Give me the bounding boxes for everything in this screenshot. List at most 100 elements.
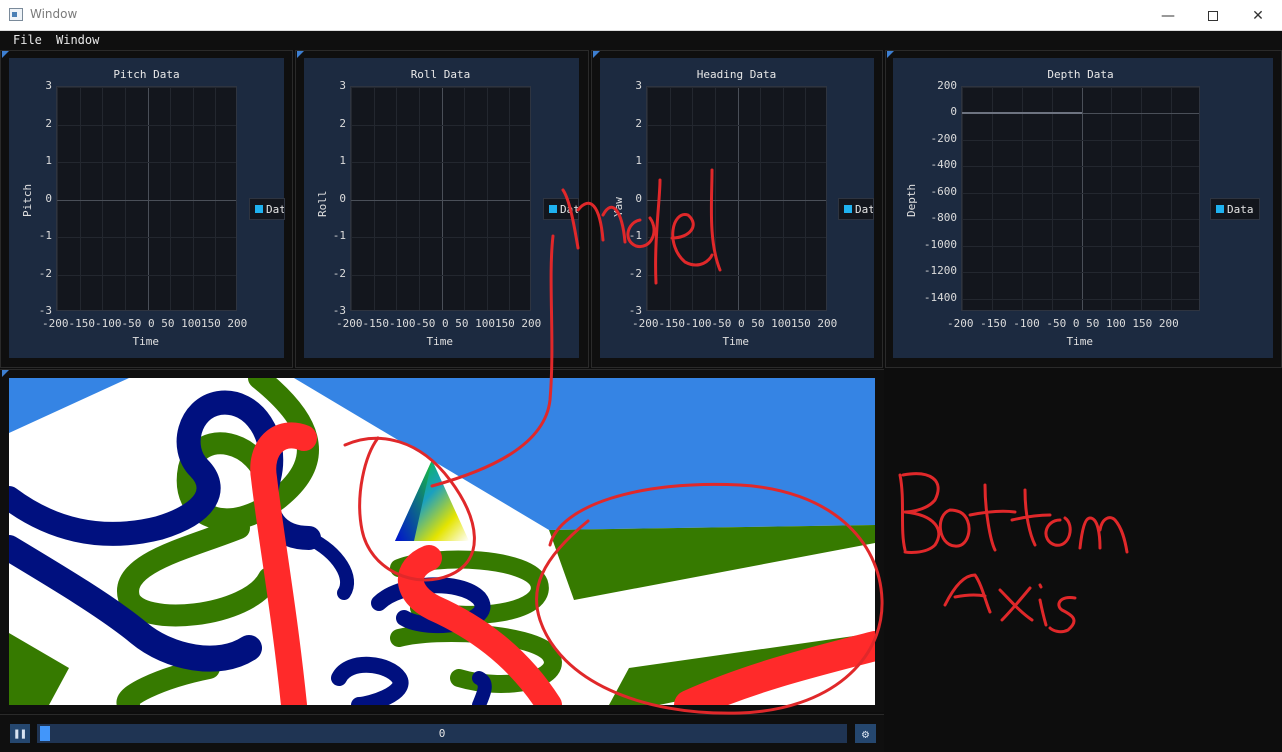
y-tick-label: 1 <box>45 154 52 167</box>
maximize-button[interactable] <box>1190 0 1236 31</box>
y-tick-label: 0 <box>950 105 957 118</box>
menu-window[interactable]: Window <box>56 33 99 47</box>
dock-corner-depth[interactable] <box>887 51 894 58</box>
y-tick-label: 2 <box>635 117 642 130</box>
y-tick-label: -3 <box>38 304 52 317</box>
roll-plot-title: Roll Data <box>410 68 471 81</box>
pitch-plot-title: Pitch Data <box>113 68 180 81</box>
y-tick-label: -800 <box>930 211 958 224</box>
x-axis-label: Time <box>426 335 454 348</box>
pause-icon: ❚❚ <box>13 727 27 740</box>
close-button[interactable]: ✕ <box>1235 0 1281 31</box>
gridline-vertical <box>193 87 194 310</box>
dock-corner-viewport[interactable] <box>2 370 9 377</box>
gridline-vertical <box>509 87 510 310</box>
y-tick-label: -1 <box>332 229 346 242</box>
heading-plot-title: Heading Data <box>696 68 777 81</box>
heading-plot-area[interactable] <box>646 86 827 311</box>
app-icon <box>9 8 23 21</box>
gridline-horizontal <box>351 237 530 238</box>
gridline-vertical <box>692 87 693 310</box>
settings-button[interactable]: ⚙ <box>855 724 876 743</box>
annotation-bottom-word <box>898 472 1129 554</box>
legend-label: Dat <box>855 202 874 216</box>
dock-corner-pitch[interactable] <box>2 51 9 58</box>
gridline-vertical <box>783 87 784 310</box>
gridline-horizontal <box>57 237 236 238</box>
minimize-button[interactable]: — <box>1145 0 1191 31</box>
roll-plot-area[interactable] <box>350 86 531 311</box>
gridline-horizontal <box>962 272 1199 273</box>
x-tick-labels: -200-150-100-50 0 50 100150 200 <box>42 317 248 330</box>
gridline-vertical <box>715 87 716 310</box>
gridline-vertical <box>487 87 488 310</box>
x-axis-line <box>351 200 530 201</box>
y-tick-label: 3 <box>635 79 642 92</box>
gridline-vertical <box>419 87 420 310</box>
legend[interactable]: Dat <box>249 198 285 220</box>
y-tick-label: 3 <box>339 79 346 92</box>
y-axis-line <box>738 87 739 310</box>
legend-swatch <box>844 205 852 213</box>
pitch-plot-area[interactable] <box>56 86 237 311</box>
legend-swatch <box>255 205 263 213</box>
depth-plot-area[interactable] <box>961 86 1200 311</box>
menu-file[interactable]: File <box>13 33 42 47</box>
gridline-horizontal <box>962 299 1199 300</box>
x-tick-labels: -200-150-100-50 0 50 100150 200 <box>336 317 542 330</box>
y-tick-label: -1 <box>38 229 52 242</box>
x-axis-label: Time <box>722 335 750 348</box>
depth-plot-title: Depth Data <box>1047 68 1114 81</box>
gridline-horizontal <box>351 87 530 88</box>
dock-corner-roll[interactable] <box>297 51 304 58</box>
legend[interactable]: Dat <box>543 198 579 220</box>
y-tick-label: 200 <box>937 79 957 92</box>
gridline-horizontal <box>962 246 1199 247</box>
x-axis-line <box>57 200 236 201</box>
gridline-vertical <box>805 87 806 310</box>
y-tick-label: -600 <box>930 185 958 198</box>
gridline-vertical <box>1171 87 1172 310</box>
maximize-icon <box>1208 10 1218 21</box>
y-axis-line <box>1082 87 1083 310</box>
gridline-horizontal <box>57 125 236 126</box>
gridline-vertical <box>125 87 126 310</box>
legend-label: Data <box>1227 202 1254 216</box>
gridline-vertical <box>647 87 648 310</box>
legend-label: Dat <box>560 202 579 216</box>
3d-viewport[interactable] <box>9 378 875 705</box>
gridline-vertical <box>351 87 352 310</box>
gridline-horizontal <box>351 162 530 163</box>
gridline-vertical <box>80 87 81 310</box>
gridline-horizontal <box>351 125 530 126</box>
y-tick-label: -2 <box>628 267 642 280</box>
y-axis-label: Pitch <box>21 183 34 217</box>
x-tick-labels: -200-150-100-50 0 50 100150 200 <box>632 317 838 330</box>
legend[interactable]: Dat <box>838 198 874 220</box>
gridline-vertical <box>1052 87 1053 310</box>
legend[interactable]: Data <box>1210 198 1260 220</box>
gridline-vertical <box>464 87 465 310</box>
y-tick-label: 3 <box>45 79 52 92</box>
y-tick-label: -3 <box>332 304 346 317</box>
legend-swatch <box>1216 205 1224 213</box>
y-tick-label: 1 <box>635 154 642 167</box>
timeline-slider[interactable]: 0 <box>37 724 847 743</box>
y-axis-line <box>148 87 149 310</box>
gridline-horizontal <box>962 87 1199 88</box>
gridline-horizontal <box>962 219 1199 220</box>
gridline-vertical <box>1111 87 1112 310</box>
y-tick-label: -1 <box>628 229 642 242</box>
gridline-horizontal <box>962 140 1199 141</box>
window-title-bar[interactable]: Window — ✕ <box>0 0 1282 31</box>
gridline-horizontal <box>351 275 530 276</box>
pause-button[interactable]: ❚❚ <box>10 724 30 743</box>
y-tick-label: -3 <box>628 304 642 317</box>
gridline-vertical <box>760 87 761 310</box>
y-tick-label: 2 <box>339 117 346 130</box>
gridline-horizontal <box>57 87 236 88</box>
gridline-vertical <box>1022 87 1023 310</box>
dock-corner-heading[interactable] <box>593 51 600 58</box>
gridline-horizontal <box>647 162 826 163</box>
y-tick-label: 2 <box>45 117 52 130</box>
